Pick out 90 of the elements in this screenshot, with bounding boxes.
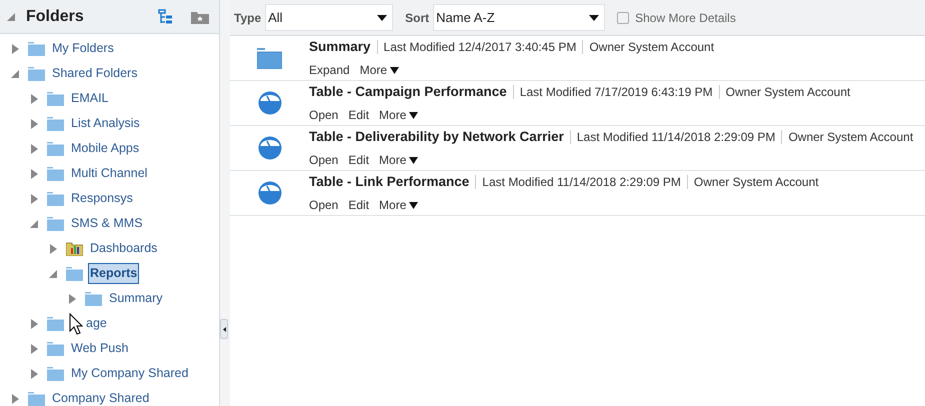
type-dropdown[interactable]: All (265, 4, 394, 31)
modified-date: Last Modified 11/14/2018 2:29:09 PM (482, 174, 681, 191)
folder-icon (66, 266, 83, 280)
item-title[interactable]: Summary (309, 36, 371, 58)
favorite-folder-icon[interactable] (191, 10, 209, 24)
folder-icon (47, 366, 64, 380)
action-link[interactable]: Edit (348, 196, 370, 214)
folder-icon (257, 48, 282, 68)
more-menu[interactable]: More (379, 196, 418, 214)
collapse-left-icon (222, 326, 226, 332)
expand-arrow-icon[interactable] (68, 294, 76, 304)
modified-date: Last Modified 11/14/2018 2:29:09 PM (576, 129, 776, 146)
dropdown-arrow-icon (377, 14, 388, 20)
tree-item[interactable]: Multi Channel (69, 164, 150, 183)
tree-item[interactable]: Shared Folders (50, 64, 140, 83)
tree-item[interactable]: age (84, 314, 109, 333)
caret-icon (409, 156, 418, 164)
folder-icon (28, 42, 45, 56)
tree-item[interactable]: SMS & MMS (69, 214, 145, 233)
dashboard-icon (66, 242, 83, 256)
sort-dropdown[interactable]: Name A-Z (433, 4, 606, 31)
owner-text: Owner System Account (788, 129, 914, 146)
expand-arrow-icon[interactable] (30, 344, 38, 354)
expand-arrow-icon[interactable] (30, 94, 38, 104)
expand-arrow-icon[interactable] (30, 144, 38, 154)
sort-label: Sort (405, 10, 430, 26)
tree-item[interactable]: Dashboards (88, 239, 160, 258)
expand-arrow-icon[interactable] (11, 44, 19, 54)
folder-icon (47, 342, 64, 356)
tree-item[interactable]: Company Shared (50, 389, 152, 406)
action-link[interactable]: Expand (309, 61, 350, 80)
checkbox-label: Show More Details (635, 10, 736, 26)
action-link[interactable]: Open (309, 151, 338, 170)
folder-icon (47, 116, 64, 130)
item-title[interactable]: Table - Deliverability by Network Carrier (309, 126, 564, 148)
owner-text: Owner System Account (726, 84, 850, 101)
tree-item[interactable]: Mobile Apps (69, 139, 142, 158)
expand-arrow-icon[interactable] (49, 244, 57, 254)
gauge-icon (258, 136, 282, 160)
folder-icon (47, 166, 64, 180)
type-label: Type (234, 10, 262, 26)
expand-arrow-icon[interactable] (30, 168, 38, 178)
splitter-handle[interactable] (220, 319, 228, 339)
tree-item[interactable]: Reports (88, 263, 140, 284)
action-link[interactable]: Edit (348, 106, 370, 124)
more-menu[interactable]: More (379, 106, 418, 124)
owner-text: Owner System Account (589, 39, 714, 56)
tree-item[interactable]: List Analysis (69, 114, 142, 133)
folder-icon (47, 316, 64, 330)
caret-icon (409, 202, 418, 209)
modified-date: Last Modified 12/4/2017 3:40:45 PM (384, 39, 576, 56)
more-menu[interactable]: More (379, 151, 418, 170)
folder-icon (85, 292, 102, 306)
action-link[interactable]: Open (309, 196, 338, 214)
item-title[interactable]: Table - Campaign Performance (309, 82, 507, 102)
expand-arrow-icon[interactable] (30, 368, 38, 378)
expand-arrow-icon[interactable] (30, 118, 38, 128)
item-title[interactable]: Table - Link Performance (309, 172, 470, 192)
dropdown-arrow-icon (589, 14, 600, 20)
folder-icon (47, 216, 64, 230)
tree-item[interactable]: My Folders (50, 39, 116, 58)
expanded-arrow-icon[interactable] (30, 220, 38, 228)
folder-icon (47, 192, 64, 206)
gauge-icon (258, 181, 282, 205)
tree-view-icon[interactable] (157, 8, 173, 24)
expanded-arrow-icon[interactable] (49, 270, 57, 278)
collapse-icon[interactable] (6, 12, 16, 22)
tree-item[interactable]: My Company Shared (69, 364, 190, 383)
expand-arrow-icon[interactable] (30, 318, 38, 328)
tree-item[interactable]: Responsys (69, 189, 135, 208)
gauge-icon (258, 91, 282, 115)
tree-item[interactable]: EMAIL (69, 89, 111, 108)
expand-arrow-icon[interactable] (11, 394, 19, 404)
expand-arrow-icon[interactable] (30, 194, 38, 204)
action-link[interactable]: Open (309, 106, 338, 124)
caret-icon (390, 66, 400, 74)
caret-icon (409, 112, 418, 119)
expanded-arrow-icon[interactable] (11, 70, 19, 78)
folder-icon (47, 142, 64, 156)
tree-item[interactable]: Summary (107, 289, 164, 308)
more-menu[interactable]: More (360, 61, 400, 80)
folder-icon (28, 66, 45, 80)
modified-date: Last Modified 7/17/2019 6:43:19 PM (520, 84, 713, 101)
folder-icon (47, 92, 64, 106)
panel-title: Folders (26, 6, 84, 26)
checkbox[interactable] (617, 12, 630, 24)
folder-icon (28, 392, 45, 406)
owner-text: Owner System Account (694, 174, 819, 191)
action-link[interactable]: Edit (348, 151, 370, 170)
tree-item[interactable]: Web Push (69, 339, 130, 358)
